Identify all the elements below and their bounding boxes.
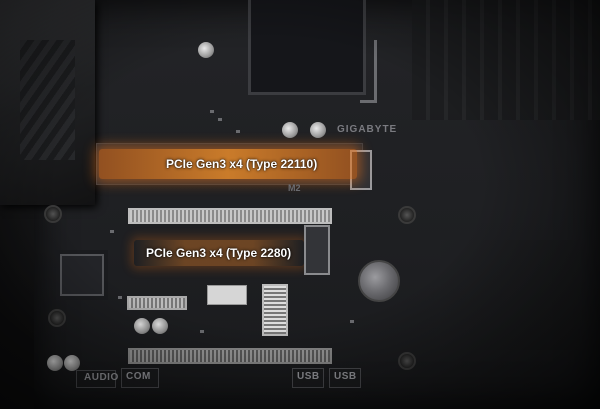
capacitor [47, 355, 63, 371]
vrm-heatsink [0, 0, 95, 205]
smd-component [350, 320, 354, 323]
io-controller-chip [60, 254, 104, 296]
capacitor [64, 355, 80, 371]
m2-connector-bottom [304, 225, 330, 275]
capacitor [134, 318, 150, 334]
brand-silkscreen: GIGABYTE [337, 124, 398, 135]
smd-component [218, 118, 222, 121]
cpu-socket [248, 0, 366, 95]
smd-component [236, 130, 240, 133]
capacitor [310, 122, 326, 138]
motherboard-photo: GIGABYTE PCIe Gen3 x4 (Type 22110) M2 PC… [0, 0, 600, 409]
mounting-screw [48, 309, 66, 327]
capacitor [152, 318, 168, 334]
com-header-label: COM [126, 371, 151, 382]
cpu-socket-lever [360, 40, 377, 103]
m2-slot-top-label: PCIe Gen3 x4 (Type 22110) [166, 157, 318, 171]
capacitor [282, 122, 298, 138]
pcie-x16-slot-lower [128, 348, 332, 364]
usb-header-1-label: USB [297, 371, 320, 382]
pcie-x1-slot [127, 296, 187, 310]
memory-slots-area [412, 0, 600, 120]
smd-component [110, 230, 114, 233]
m2-wifi-slot [262, 284, 288, 336]
capacitor [198, 42, 214, 58]
smd-component [118, 296, 122, 299]
audio-header-label: AUDIO [84, 372, 119, 383]
smd-component [200, 330, 204, 333]
smd-component [210, 110, 214, 113]
mounting-screw [398, 206, 416, 224]
chipset-heatsink [440, 240, 580, 350]
cmos-battery [358, 260, 400, 302]
pcie-x16-slot [128, 208, 332, 224]
mounting-screw [398, 352, 416, 370]
label-sticker [207, 285, 247, 305]
mounting-screw [44, 205, 62, 223]
m2-slot-bottom-label: PCIe Gen3 x4 (Type 2280) [146, 246, 292, 260]
usb-header-2-label: USB [334, 371, 357, 382]
m2-silkscreen-label: M2 [288, 183, 301, 193]
